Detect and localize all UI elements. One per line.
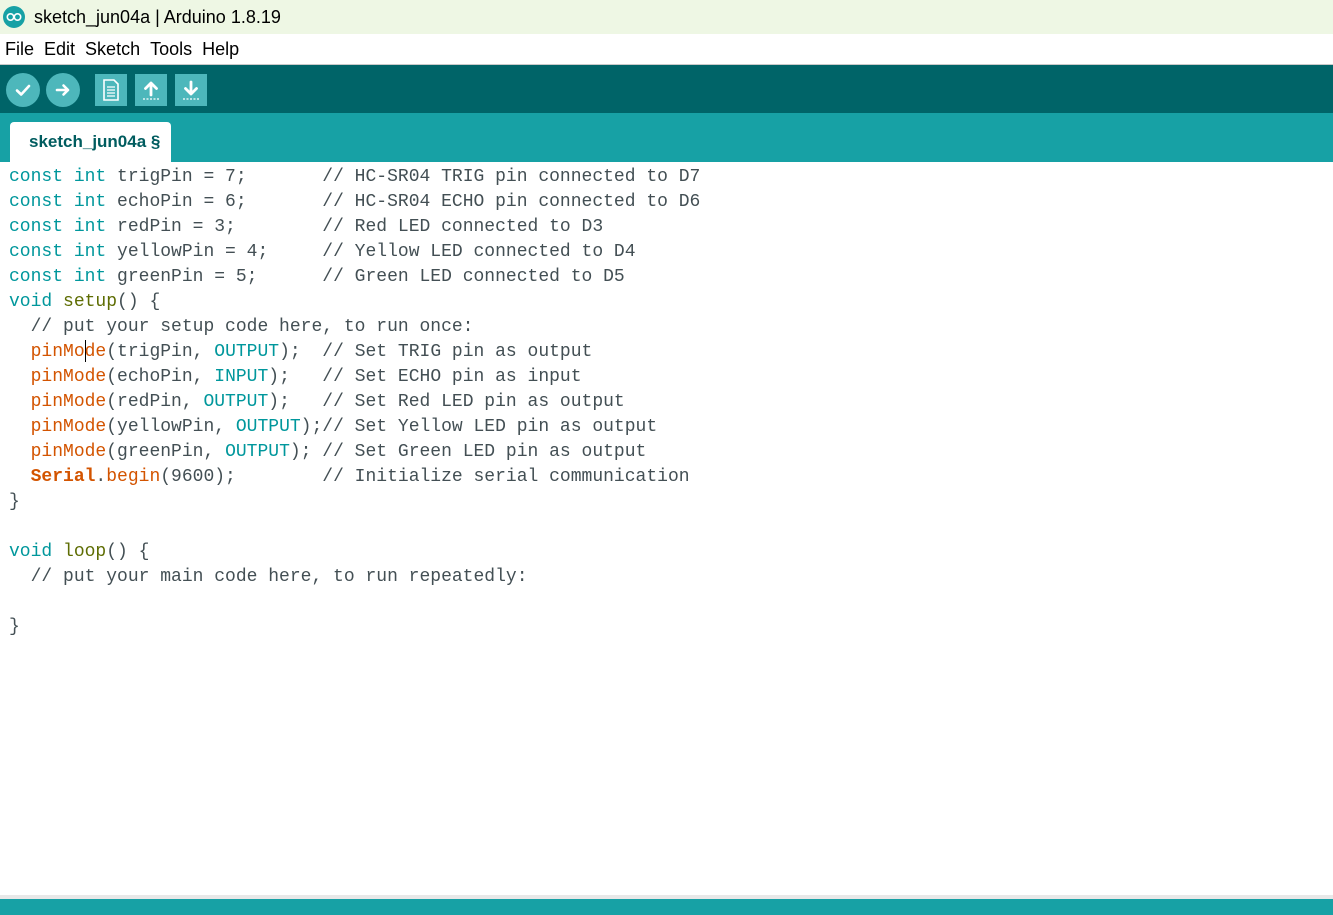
- code-text[interactable]: const int trigPin = 7; // HC-SR04 TRIG p…: [9, 165, 700, 640]
- code-line[interactable]: // put your setup code here, to run once…: [9, 315, 700, 340]
- code-line[interactable]: pinMode(redPin, OUTPUT); // Set Red LED …: [9, 390, 700, 415]
- menu-file[interactable]: File: [0, 34, 39, 64]
- code-line[interactable]: const int trigPin = 7; // HC-SR04 TRIG p…: [9, 165, 700, 190]
- arrow-down-icon: [183, 80, 199, 100]
- code-line[interactable]: const int redPin = 3; // Red LED connect…: [9, 215, 700, 240]
- code-line[interactable]: pinMode(greenPin, OUTPUT); // Set Green …: [9, 440, 700, 465]
- status-bar: [0, 899, 1333, 915]
- toolbar: [0, 65, 1333, 113]
- title-bar: sketch_jun04a | Arduino 1.8.19: [0, 0, 1333, 34]
- arrow-right-icon: [55, 84, 70, 96]
- tab-bar: sketch_jun04a §: [0, 113, 1333, 162]
- arduino-logo-icon: [3, 6, 25, 28]
- code-line[interactable]: pinMode(echoPin, INPUT); // Set ECHO pin…: [9, 365, 700, 390]
- window-title: sketch_jun04a | Arduino 1.8.19: [34, 6, 281, 27]
- open-button[interactable]: [135, 74, 167, 106]
- verify-button[interactable]: [6, 73, 40, 107]
- code-line[interactable]: const int echoPin = 6; // HC-SR04 ECHO p…: [9, 190, 700, 215]
- code-line[interactable]: void loop() {: [9, 540, 700, 565]
- check-icon: [15, 84, 31, 96]
- arrow-up-icon: [143, 81, 159, 100]
- code-line[interactable]: Serial.begin(9600); // Initialize serial…: [9, 465, 700, 490]
- new-button[interactable]: [95, 74, 127, 106]
- code-line[interactable]: }: [9, 615, 700, 640]
- code-line[interactable]: const int yellowPin = 4; // Yellow LED c…: [9, 240, 700, 265]
- menu-edit[interactable]: Edit: [39, 34, 80, 64]
- document-icon: [103, 79, 119, 101]
- code-line[interactable]: pinMode(trigPin, OUTPUT); // Set TRIG pi…: [9, 340, 700, 365]
- tab-label: sketch_jun04a §: [29, 132, 161, 151]
- code-editor[interactable]: const int trigPin = 7; // HC-SR04 TRIG p…: [0, 162, 1333, 895]
- code-line[interactable]: const int greenPin = 5; // Green LED con…: [9, 265, 700, 290]
- menu-help[interactable]: Help: [197, 34, 244, 64]
- code-line[interactable]: pinMode(yellowPin, OUTPUT);// Set Yellow…: [9, 415, 700, 440]
- code-line[interactable]: ​: [9, 515, 700, 540]
- save-button[interactable]: [175, 74, 207, 106]
- tab-sketch-jun04a[interactable]: sketch_jun04a §: [10, 122, 172, 162]
- menu-tools[interactable]: Tools: [145, 34, 197, 64]
- code-line[interactable]: }: [9, 490, 700, 515]
- code-line[interactable]: ​: [9, 590, 700, 615]
- code-line[interactable]: // put your main code here, to run repea…: [9, 565, 700, 590]
- upload-button[interactable]: [46, 73, 80, 107]
- menu-bar: File Edit Sketch Tools Help: [0, 34, 1333, 65]
- code-line[interactable]: void setup() {: [9, 290, 700, 315]
- arduino-ide-window: sketch_jun04a | Arduino 1.8.19 File Edit…: [0, 0, 1333, 915]
- menu-sketch[interactable]: Sketch: [80, 34, 145, 64]
